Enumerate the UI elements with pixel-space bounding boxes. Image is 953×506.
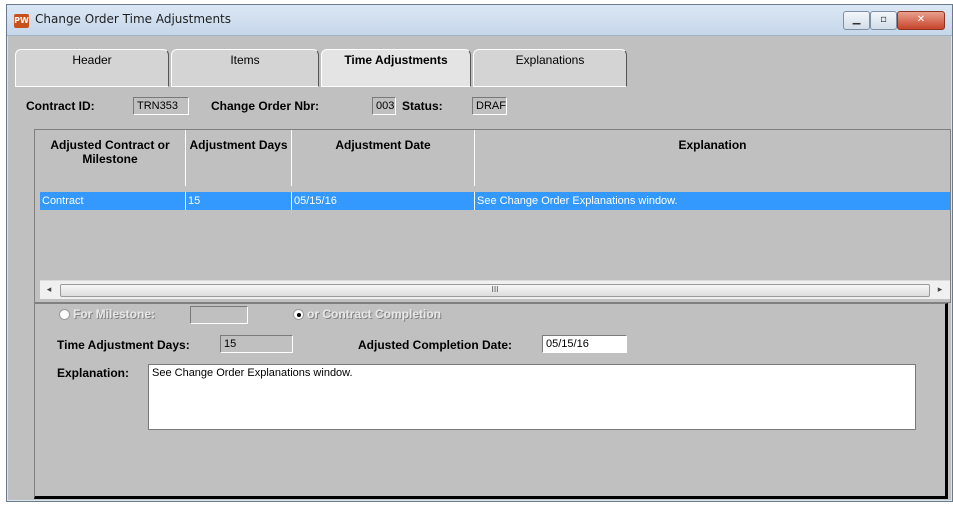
time-adjustment-days-field: 15: [220, 335, 293, 353]
scroll-thumb[interactable]: III: [60, 284, 930, 297]
detail-panel: For Milestone: or Contract Completion Ti…: [34, 303, 948, 499]
app-icon: PW: [14, 14, 29, 28]
column-header-explanation[interactable]: Explanation: [475, 130, 950, 186]
cell-milestone: Contract: [40, 192, 186, 210]
change-order-window: PW Change Order Time Adjustments ▁ ▫ ✕ H…: [6, 4, 953, 502]
adjusted-completion-date-field[interactable]: 05/15/16: [542, 335, 627, 353]
contract-completion-radio[interactable]: [293, 309, 304, 320]
contract-completion-label: or Contract Completion: [307, 307, 441, 321]
tab-time-adjustments[interactable]: Time Adjustments: [321, 49, 471, 87]
minimize-button[interactable]: ▁: [843, 11, 870, 30]
time-adjustments-grid: Adjusted Contract or Milestone Adjustmen…: [34, 129, 951, 303]
adjusted-completion-date-label: Adjusted Completion Date:: [358, 338, 513, 352]
time-adjustment-days-label: Time Adjustment Days:: [57, 338, 190, 352]
close-button[interactable]: ✕: [897, 11, 945, 30]
status-label: Status:: [402, 99, 443, 113]
for-milestone-label: For Milestone:: [73, 307, 156, 321]
scroll-right-arrow-icon[interactable]: ▸: [933, 283, 947, 297]
title-bar[interactable]: PW Change Order Time Adjustments ▁ ▫ ✕: [7, 5, 952, 36]
cell-date: 05/15/16: [292, 192, 475, 210]
contract-id-field: TRN353: [133, 97, 189, 115]
tab-explanations[interactable]: Explanations: [473, 49, 627, 87]
explanation-label: Explanation:: [57, 366, 130, 380]
horizontal-scrollbar[interactable]: ◂ III ▸: [40, 280, 950, 299]
cell-days: 15: [186, 192, 292, 210]
table-row[interactable]: Contract 15 05/15/16 See Change Order Ex…: [40, 192, 950, 210]
maximize-button[interactable]: ▫: [870, 11, 897, 30]
scroll-left-arrow-icon[interactable]: ◂: [42, 283, 56, 297]
tab-header[interactable]: Header: [15, 49, 169, 87]
status-field: DRAF: [472, 97, 507, 115]
column-header-date[interactable]: Adjustment Date: [292, 130, 475, 186]
change-order-nbr-label: Change Order Nbr:: [211, 99, 320, 113]
column-header-milestone[interactable]: Adjusted Contract or Milestone: [35, 130, 186, 186]
change-order-nbr-field: 003: [372, 97, 396, 115]
for-milestone-radio[interactable]: [59, 309, 70, 320]
window-title: Change Order Time Adjustments: [35, 12, 232, 26]
contract-id-label: Contract ID:: [26, 99, 95, 113]
explanation-textarea[interactable]: See Change Order Explanations window.: [148, 364, 916, 430]
cell-explanation: See Change Order Explanations window.: [477, 195, 678, 207]
tab-items[interactable]: Items: [171, 49, 319, 87]
milestone-field: [190, 306, 248, 324]
column-header-days[interactable]: Adjustment Days: [186, 130, 292, 186]
